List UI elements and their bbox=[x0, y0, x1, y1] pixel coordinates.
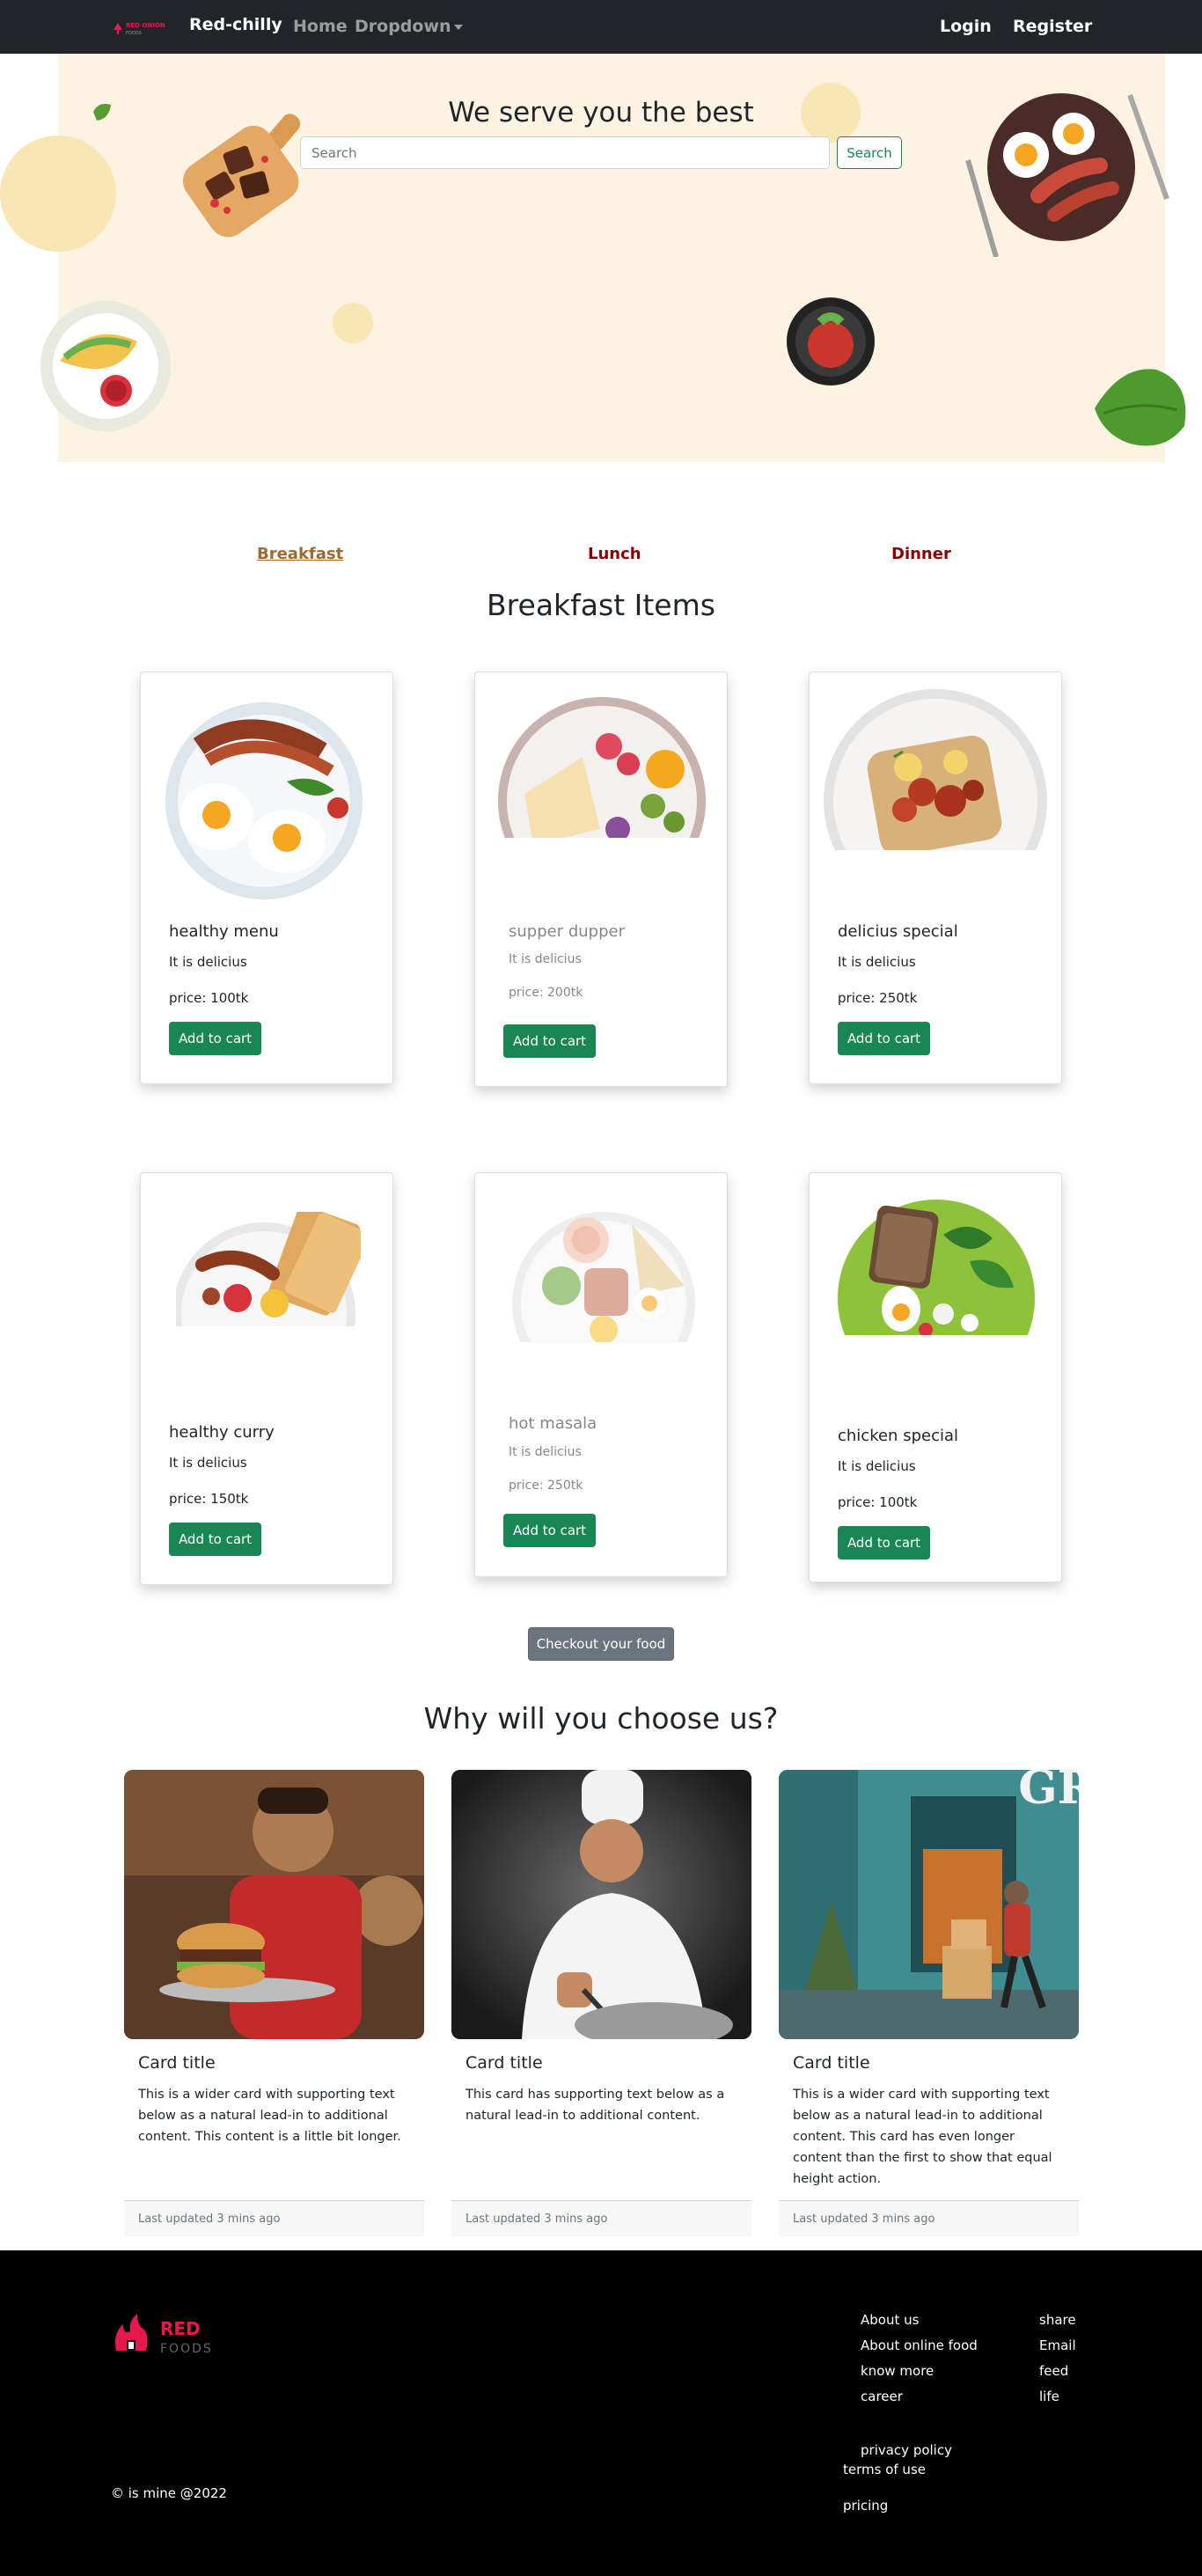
food-name: chicken special bbox=[838, 1427, 958, 1445]
card-footer: Last updated 3 mins ago bbox=[124, 2200, 424, 2236]
svg-text:FOODS: FOODS bbox=[126, 31, 142, 36]
add-to-cart-button[interactable]: Add to cart bbox=[503, 1514, 596, 1547]
search-input[interactable] bbox=[300, 136, 830, 169]
salad-bowl-illustration bbox=[787, 297, 875, 385]
food-price: price: 150tk bbox=[169, 1491, 249, 1507]
add-to-cart-button[interactable]: Add to cart bbox=[169, 1523, 261, 1556]
tab-breakfast[interactable]: Breakfast bbox=[257, 545, 343, 563]
food-price: price: 250tk bbox=[838, 990, 918, 1006]
card-footer: Last updated 3 mins ago bbox=[451, 2200, 751, 2236]
last-updated-text: Last updated 3 mins ago bbox=[465, 2213, 608, 2226]
info-card: GR Card title This is a wider card with … bbox=[779, 1770, 1079, 2236]
food-price: price: 200tk bbox=[509, 986, 583, 1000]
food-description: It is delicius bbox=[169, 954, 247, 970]
waiter-burger-photo bbox=[124, 1770, 424, 2039]
food-description: It is delicius bbox=[509, 1445, 582, 1459]
login-link[interactable]: Login bbox=[940, 17, 992, 36]
card-footer: Last updated 3 mins ago bbox=[779, 2200, 1079, 2236]
svg-text:RED: RED bbox=[160, 2318, 201, 2339]
card-title: Card title bbox=[465, 2053, 543, 2073]
footer-link-email[interactable]: Email bbox=[1039, 2337, 1076, 2353]
food-name: delicius special bbox=[838, 922, 958, 941]
food-card: healthy curry It is delicius price: 150t… bbox=[140, 1172, 393, 1585]
food-name: healthy curry bbox=[169, 1423, 275, 1442]
dropdown-label: Dropdown bbox=[355, 17, 451, 36]
site-footer: RED FOODS About us About online food kno… bbox=[0, 2250, 1202, 2576]
footer-link-terms[interactable]: terms of use bbox=[843, 2462, 926, 2477]
food-name: healthy menu bbox=[169, 922, 279, 941]
food-image bbox=[838, 1200, 1035, 1335]
food-image bbox=[512, 1212, 695, 1342]
food-image bbox=[824, 689, 1047, 850]
chef-cooking-photo bbox=[451, 1770, 751, 2039]
add-to-cart-button[interactable]: Add to cart bbox=[838, 1022, 930, 1055]
checkout-button[interactable]: Checkout your food bbox=[528, 1627, 674, 1661]
hero-title: We serve you the best bbox=[448, 97, 754, 128]
food-card: hot masala It is delicius price: 250tk A… bbox=[474, 1172, 728, 1577]
food-card: delicius special It is delicius price: 2… bbox=[809, 672, 1062, 1084]
svg-text:FOODS: FOODS bbox=[160, 2342, 213, 2356]
caret-down-icon bbox=[453, 24, 463, 30]
nav-home-link[interactable]: Home bbox=[293, 17, 348, 36]
tab-dinner[interactable]: Dinner bbox=[891, 545, 951, 563]
footer-link-about[interactable]: About us bbox=[861, 2312, 919, 2328]
footer-link-life[interactable]: life bbox=[1039, 2389, 1059, 2404]
card-text: This card has supporting text below as a… bbox=[465, 2088, 725, 2123]
food-name: supper dupper bbox=[509, 922, 625, 941]
brand-name[interactable]: Red-chilly bbox=[189, 15, 282, 34]
section-title: Breakfast Items bbox=[487, 588, 715, 622]
footer-link-career[interactable]: career bbox=[861, 2389, 903, 2404]
delivery-storefront-photo: GR bbox=[779, 1770, 1079, 2039]
add-to-cart-button[interactable]: Add to cart bbox=[169, 1022, 261, 1055]
food-image bbox=[176, 1212, 361, 1326]
food-price: price: 250tk bbox=[509, 1479, 583, 1493]
svg-text:RED ONION: RED ONION bbox=[126, 22, 165, 29]
footer-link-share[interactable]: share bbox=[1039, 2312, 1076, 2328]
svg-text:GR: GR bbox=[1018, 1770, 1079, 1815]
card-title: Card title bbox=[793, 2053, 870, 2073]
footer-link-pricing[interactable]: pricing bbox=[843, 2498, 888, 2514]
food-card: healthy menu It is delicius price: 100tk… bbox=[140, 672, 393, 1084]
add-to-cart-button[interactable]: Add to cart bbox=[838, 1526, 930, 1560]
food-price: price: 100tk bbox=[169, 990, 249, 1006]
food-description: It is delicius bbox=[838, 954, 916, 970]
food-description: It is delicius bbox=[509, 952, 582, 966]
info-card: Card title This card has supporting text… bbox=[451, 1770, 751, 2236]
food-description: It is delicius bbox=[838, 1458, 916, 1474]
search-button[interactable]: Search bbox=[837, 136, 902, 169]
last-updated-text: Last updated 3 mins ago bbox=[793, 2213, 935, 2226]
card-title: Card title bbox=[138, 2053, 216, 2073]
add-to-cart-button[interactable]: Add to cart bbox=[503, 1024, 596, 1058]
food-price: price: 100tk bbox=[838, 1494, 918, 1510]
why-section-title: Why will you choose us? bbox=[423, 1701, 779, 1736]
taco-plate-illustration bbox=[40, 301, 171, 431]
navbar: RED ONION FOODS Red-chilly Home Dropdown… bbox=[0, 0, 1202, 54]
food-image bbox=[498, 697, 706, 838]
food-name: hot masala bbox=[509, 1414, 597, 1433]
card-text: This is a wider card with supporting tex… bbox=[138, 2088, 401, 2144]
register-link[interactable]: Register bbox=[1013, 17, 1092, 36]
food-image bbox=[165, 702, 363, 899]
lettuce-leaf-illustration bbox=[1095, 369, 1186, 446]
red-onion-logo[interactable]: RED ONION FOODS bbox=[110, 18, 179, 37]
card-text: This is a wider card with supporting tex… bbox=[793, 2088, 1052, 2186]
copyright-text: © is mine @2022 bbox=[111, 2485, 227, 2501]
info-card: Card title This is a wider card with sup… bbox=[124, 1770, 424, 2236]
tab-lunch[interactable]: Lunch bbox=[588, 545, 641, 563]
nav-dropdown[interactable]: Dropdown bbox=[355, 17, 463, 36]
footer-link-feed[interactable]: feed bbox=[1039, 2363, 1068, 2379]
footer-link-online-food[interactable]: About online food bbox=[861, 2337, 978, 2353]
footer-link-know-more[interactable]: know more bbox=[861, 2363, 934, 2379]
food-card: chicken special It is delicius price: 10… bbox=[809, 1172, 1062, 1582]
red-foods-logo[interactable]: RED FOODS bbox=[111, 2312, 225, 2359]
last-updated-text: Last updated 3 mins ago bbox=[138, 2213, 281, 2226]
food-card: supper dupper It is delicius price: 200t… bbox=[474, 672, 728, 1087]
footer-link-privacy[interactable]: privacy policy bbox=[861, 2442, 952, 2458]
cream-dot-decoration bbox=[333, 303, 373, 343]
cream-circle-decoration bbox=[0, 136, 116, 252]
food-description: It is delicius bbox=[169, 1455, 247, 1471]
